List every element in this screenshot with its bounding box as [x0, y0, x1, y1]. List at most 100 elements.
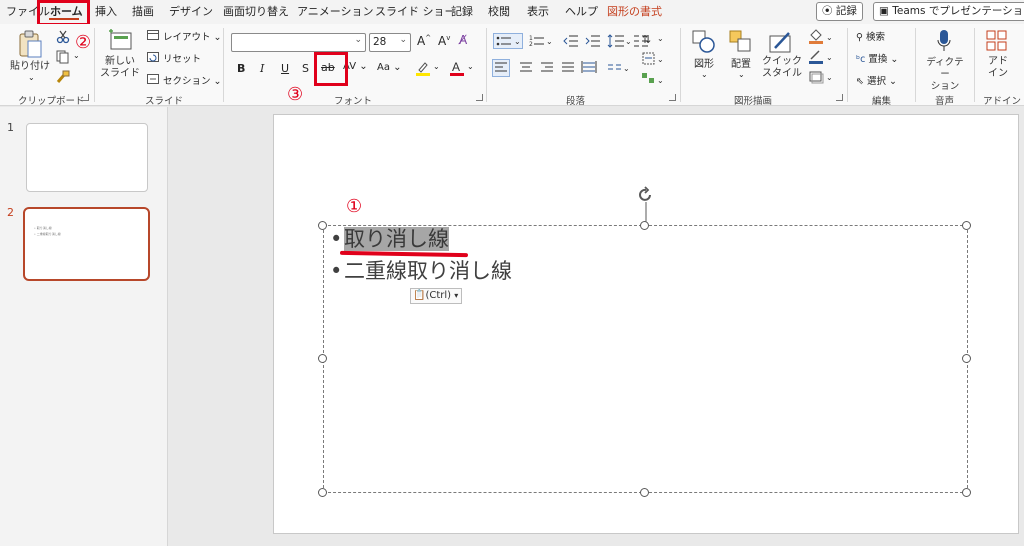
- underline-button[interactable]: U: [281, 62, 289, 75]
- align-right-icon[interactable]: [538, 59, 556, 77]
- bold-button[interactable]: B: [237, 62, 245, 75]
- font-size-combo[interactable]: 28 ⌄: [369, 33, 411, 52]
- chevron-down-icon[interactable]: ⌄: [738, 70, 745, 79]
- section-icon: [147, 74, 159, 84]
- copy-icon[interactable]: [56, 50, 70, 64]
- reset-button[interactable]: リセット: [163, 51, 201, 65]
- slide-thumbnail-2[interactable]: • 取り消し線 • 二重線取り消し線: [23, 207, 150, 281]
- rotate-handle-icon[interactable]: [636, 186, 656, 226]
- group-separator: [847, 28, 848, 102]
- chevron-down-icon[interactable]: ⌄: [701, 70, 708, 79]
- svg-text:⌄: ⌄: [826, 53, 833, 62]
- drawing-dialog-launcher[interactable]: [836, 94, 843, 101]
- decrease-font-size-icon[interactable]: Av: [438, 34, 450, 48]
- group-separator: [94, 28, 95, 102]
- quick-styles-button[interactable]: クイック スタイル: [760, 56, 804, 80]
- highlight-dropdown-arrow[interactable]: ⌄: [433, 62, 440, 71]
- text-shadow-button[interactable]: S: [302, 62, 309, 75]
- font-color-icon[interactable]: A: [449, 60, 465, 76]
- bullets-icon[interactable]: ⌄: [493, 33, 523, 49]
- reset-icon: [147, 52, 159, 62]
- shape-fill-icon[interactable]: ⌄: [808, 29, 836, 45]
- clipboard-dialog-launcher[interactable]: [82, 94, 89, 101]
- font-dialog-launcher[interactable]: [476, 94, 483, 101]
- tab-insert[interactable]: 挿入: [95, 4, 117, 20]
- layout-button[interactable]: レイアウト ⌄: [163, 29, 222, 43]
- bullet-icon: •: [330, 227, 343, 251]
- section-button[interactable]: セクション ⌄: [163, 73, 222, 87]
- paste-dropdown-arrow[interactable]: ⌄: [28, 73, 35, 82]
- teams-present-button[interactable]: ▣ Teams でプレゼンテーション: [873, 2, 1024, 21]
- align-left-icon[interactable]: [492, 59, 510, 77]
- highlight-icon[interactable]: [415, 60, 431, 76]
- justify-icon[interactable]: [559, 59, 577, 77]
- paste-button[interactable]: 貼り付け: [6, 60, 54, 74]
- resize-handle[interactable]: [962, 354, 971, 363]
- svg-text:⌄: ⌄: [625, 37, 631, 46]
- shape-outline-icon[interactable]: ⌄: [808, 49, 836, 65]
- tab-help[interactable]: ヘルプ: [565, 4, 598, 20]
- paragraph-group-label: 段落: [566, 96, 586, 107]
- addins-icon[interactable]: [986, 30, 1008, 52]
- shapes-icon[interactable]: [692, 30, 716, 54]
- select-button[interactable]: ⇖ 選択 ⌄: [856, 73, 897, 87]
- bullet-text[interactable]: 二重線取り消し線: [344, 259, 512, 283]
- find-button[interactable]: ⚲ 検索: [856, 29, 885, 43]
- resize-handle[interactable]: [640, 221, 649, 230]
- format-painter-icon[interactable]: [56, 70, 70, 84]
- chevron-down-icon: ▾: [454, 291, 459, 300]
- line-spacing-icon[interactable]: ⌄: [607, 33, 631, 49]
- change-case-button[interactable]: Aa ⌄: [377, 62, 402, 73]
- tab-shape-format[interactable]: 図形の書式: [607, 4, 662, 20]
- tab-review[interactable]: 校閲: [488, 4, 510, 20]
- svg-text:⌄: ⌄: [623, 64, 630, 73]
- bullet-item-2[interactable]: •二重線取り消し線: [330, 258, 512, 284]
- clear-formatting-icon[interactable]: A̸: [459, 33, 467, 47]
- record-button[interactable]: ⦿ 記録: [816, 2, 863, 21]
- distributed-icon[interactable]: [580, 59, 598, 77]
- decrease-indent-icon[interactable]: [563, 33, 579, 49]
- tab-view[interactable]: 表示: [527, 4, 549, 20]
- quick-styles-icon[interactable]: [769, 30, 795, 54]
- tab-animations[interactable]: アニメーション: [297, 4, 374, 20]
- tab-transitions[interactable]: 画面切り替え: [223, 4, 289, 20]
- resize-handle[interactable]: [962, 488, 971, 497]
- resize-handle[interactable]: [962, 221, 971, 230]
- italic-button[interactable]: I: [260, 62, 264, 75]
- text-direction-icon[interactable]: ⇅ ⌄: [641, 30, 669, 48]
- dictate-button[interactable]: ディクテー ション: [923, 57, 967, 93]
- new-slide-icon[interactable]: [107, 29, 135, 53]
- tab-record[interactable]: 記録: [451, 4, 473, 20]
- arrange-icon[interactable]: [729, 30, 753, 54]
- addins-button[interactable]: アド イン: [981, 56, 1015, 80]
- resize-handle[interactable]: [640, 488, 649, 497]
- columns-dropdown-icon[interactable]: ⌄: [607, 59, 631, 77]
- resize-handle[interactable]: [318, 488, 327, 497]
- microphone-icon[interactable]: [936, 29, 952, 55]
- selected-text[interactable]: 取り消し線: [344, 227, 449, 251]
- paragraph-dialog-launcher[interactable]: [669, 94, 676, 101]
- align-text-icon[interactable]: ⌄: [641, 50, 669, 68]
- tab-slideshow[interactable]: スライド ショー: [375, 4, 456, 20]
- svg-text:⌄: ⌄: [546, 37, 553, 46]
- increase-font-size-icon[interactable]: A^: [417, 34, 431, 48]
- smartart-icon[interactable]: ⌄: [641, 70, 669, 88]
- font-color-dropdown-arrow[interactable]: ⌄: [467, 62, 474, 71]
- replace-button[interactable]: ᵇc 置換 ⌄: [856, 51, 898, 65]
- resize-handle[interactable]: [318, 354, 327, 363]
- slide-thumbnail-1[interactable]: [26, 123, 148, 192]
- numbering-icon[interactable]: 1 2 ⌄: [528, 33, 554, 49]
- paste-icon[interactable]: [17, 30, 43, 60]
- increase-indent-icon[interactable]: [585, 33, 601, 49]
- tab-design[interactable]: デザイン: [169, 4, 213, 20]
- resize-handle[interactable]: [318, 221, 327, 230]
- font-name-combo[interactable]: ⌄: [231, 33, 366, 52]
- bullet-item-1[interactable]: •取り消し線: [330, 226, 449, 252]
- shape-effects-icon[interactable]: ⌄: [808, 69, 836, 85]
- tab-draw[interactable]: 描画: [132, 4, 154, 20]
- align-center-icon[interactable]: [517, 59, 535, 77]
- paste-options-button[interactable]: 📋(Ctrl) ▾: [410, 288, 463, 304]
- new-slide-button[interactable]: 新しい スライド: [98, 56, 142, 80]
- cut-icon[interactable]: [56, 30, 70, 44]
- annotation-box-home: [37, 0, 90, 26]
